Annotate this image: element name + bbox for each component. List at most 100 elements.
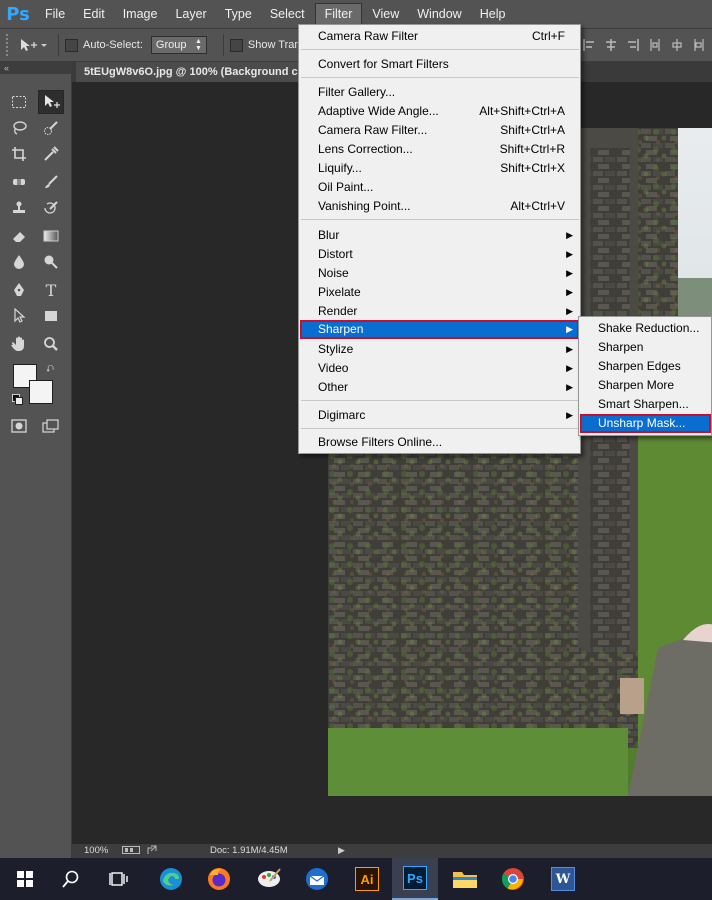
align-left-edges-icon[interactable] bbox=[582, 37, 596, 53]
menu-item-label: Digimarc bbox=[318, 408, 366, 422]
brush-tool-icon[interactable] bbox=[38, 170, 64, 194]
menu-layer[interactable]: Layer bbox=[166, 0, 215, 28]
share-icon[interactable] bbox=[147, 845, 157, 855]
quick-selection-tool-icon[interactable] bbox=[38, 116, 64, 140]
show-transform-controls-label: Show Tran bbox=[247, 39, 301, 51]
sharpen-unsharp-mask-item[interactable]: Unsharp Mask... bbox=[580, 414, 711, 433]
illustrator-icon: Ai bbox=[355, 867, 379, 891]
filter-camera-raw-item[interactable]: Camera Raw Filter... Shift+Ctrl+A bbox=[300, 121, 579, 140]
sharpen-shake-reduction-item[interactable]: Shake Reduction... bbox=[580, 319, 711, 338]
filter-adaptive-wide-angle-item[interactable]: Adaptive Wide Angle... Alt+Shift+Ctrl+A bbox=[300, 102, 579, 121]
taskbar-word[interactable]: W bbox=[540, 858, 586, 900]
distribute-right-icon[interactable] bbox=[692, 37, 706, 53]
sharpen-edges-item[interactable]: Sharpen Edges bbox=[580, 357, 711, 376]
status-menu-arrow-icon[interactable]: ▶ bbox=[338, 845, 345, 856]
taskbar-file-explorer[interactable] bbox=[442, 858, 488, 900]
taskbar-thunderbird[interactable] bbox=[294, 858, 340, 900]
filter-distort-submenu[interactable]: Distort ▶ bbox=[300, 245, 579, 264]
clone-stamp-tool-icon[interactable] bbox=[6, 196, 32, 220]
spot-healing-brush-tool-icon[interactable] bbox=[6, 170, 32, 194]
filter-browse-online-item[interactable]: Browse Filters Online... bbox=[300, 433, 579, 452]
filter-blur-submenu[interactable]: Blur ▶ bbox=[300, 226, 579, 245]
screen-mode-icon[interactable] bbox=[38, 414, 64, 438]
menu-item-label: Browse Filters Online... bbox=[318, 435, 443, 449]
photoshop-logo[interactable]: Ps bbox=[0, 0, 36, 28]
move-tool-icon[interactable] bbox=[38, 90, 64, 114]
background-color-swatch[interactable] bbox=[29, 380, 53, 404]
filter-oil-paint-item[interactable]: Oil Paint... bbox=[300, 178, 579, 197]
filter-other-submenu[interactable]: Other ▶ bbox=[300, 378, 579, 397]
auto-select-checkbox[interactable] bbox=[65, 38, 78, 52]
taskbar-illustrator[interactable]: Ai bbox=[344, 858, 390, 900]
filter-sharpen-submenu[interactable]: Sharpen ▶ bbox=[300, 320, 579, 339]
menu-type[interactable]: Type bbox=[216, 0, 261, 28]
distribute-center-icon[interactable] bbox=[670, 37, 684, 53]
sharpen-more-item[interactable]: Sharpen More bbox=[580, 376, 711, 395]
menu-item-label: Vanishing Point... bbox=[318, 199, 411, 213]
align-horizontal-centers-icon[interactable] bbox=[604, 37, 618, 53]
start-button[interactable] bbox=[2, 858, 48, 900]
taskbar-firefox[interactable] bbox=[196, 858, 242, 900]
rectangle-tool-icon[interactable] bbox=[38, 304, 64, 328]
lasso-tool-icon[interactable] bbox=[6, 116, 32, 140]
move-tool-preset-icon[interactable] bbox=[12, 34, 52, 56]
crop-tool-icon[interactable] bbox=[6, 142, 32, 166]
status-bar: 100% Doc: 1.91M/4.45M ▶ bbox=[72, 844, 712, 858]
filter-vanishing-point-item[interactable]: Vanishing Point... Alt+Ctrl+V bbox=[300, 197, 579, 216]
document-tab[interactable]: 5tEUgW8v6O.jpg @ 100% (Background co bbox=[76, 62, 302, 82]
type-tool-icon[interactable]: T bbox=[38, 278, 64, 302]
menu-filter[interactable]: Filter bbox=[314, 3, 363, 25]
menu-separator bbox=[301, 428, 579, 429]
history-brush-tool-icon[interactable] bbox=[38, 196, 64, 220]
filter-pixelate-submenu[interactable]: Pixelate ▶ bbox=[300, 283, 579, 302]
eraser-tool-icon[interactable] bbox=[6, 224, 32, 248]
auto-select-target-dropdown[interactable]: Group ▲ ▼ bbox=[150, 36, 207, 54]
path-selection-tool-icon[interactable] bbox=[6, 304, 32, 328]
filter-liquify-item[interactable]: Liquify... Shift+Ctrl+X bbox=[300, 159, 579, 178]
dodge-tool-icon[interactable] bbox=[38, 250, 64, 274]
hand-tool-icon[interactable] bbox=[6, 332, 32, 356]
menu-image[interactable]: Image bbox=[114, 0, 167, 28]
menu-item-label: Convert for Smart Filters bbox=[318, 57, 449, 71]
menu-item-label: Adaptive Wide Angle... bbox=[318, 104, 439, 118]
filter-lens-correction-item[interactable]: Lens Correction... Shift+Ctrl+R bbox=[300, 140, 579, 159]
filter-convert-smart-filters-item[interactable]: Convert for Smart Filters bbox=[300, 55, 579, 74]
menu-separator bbox=[301, 77, 579, 78]
status-bar-icons[interactable] bbox=[122, 845, 157, 857]
pen-tool-icon[interactable] bbox=[6, 278, 32, 302]
rectangular-marquee-tool-icon[interactable] bbox=[6, 90, 32, 114]
taskbar-photoshop[interactable]: Ps bbox=[392, 858, 438, 900]
quick-mask-mode-icon[interactable] bbox=[6, 414, 32, 438]
distribute-left-icon[interactable] bbox=[648, 37, 662, 53]
taskbar-paint[interactable] bbox=[246, 858, 292, 900]
default-colors-icon[interactable] bbox=[12, 394, 23, 405]
gradient-tool-icon[interactable] bbox=[38, 224, 64, 248]
swap-colors-icon[interactable]: ⮏ bbox=[46, 362, 54, 379]
sharpen-sharpen-item[interactable]: Sharpen bbox=[580, 338, 711, 357]
filter-noise-submenu[interactable]: Noise ▶ bbox=[300, 264, 579, 283]
edge-icon bbox=[160, 868, 182, 890]
filter-render-submenu[interactable]: Render ▶ bbox=[300, 302, 579, 321]
menu-file[interactable]: File bbox=[36, 0, 74, 28]
sharpen-smart-sharpen-item[interactable]: Smart Sharpen... bbox=[580, 395, 711, 414]
panel-collapse-toggle[interactable]: « bbox=[0, 62, 72, 74]
menu-item-label: Noise bbox=[318, 266, 349, 280]
blur-tool-icon[interactable] bbox=[6, 250, 32, 274]
taskbar-edge[interactable] bbox=[148, 858, 194, 900]
menu-edit[interactable]: Edit bbox=[74, 0, 114, 28]
filter-stylize-submenu[interactable]: Stylize ▶ bbox=[300, 340, 579, 359]
filter-video-submenu[interactable]: Video ▶ bbox=[300, 359, 579, 378]
show-transform-controls-checkbox[interactable] bbox=[229, 38, 243, 52]
options-separator bbox=[222, 34, 224, 56]
filter-digimarc-submenu[interactable]: Digimarc ▶ bbox=[300, 406, 579, 425]
eyedropper-tool-icon[interactable] bbox=[38, 142, 64, 166]
filter-gallery-item[interactable]: Filter Gallery... bbox=[300, 83, 579, 102]
filter-camera-raw-last-item[interactable]: Camera Raw Filter Ctrl+F bbox=[300, 27, 579, 46]
zoom-level-field[interactable]: 100% bbox=[84, 845, 108, 856]
search-button[interactable] bbox=[48, 858, 94, 900]
task-view-button[interactable] bbox=[96, 858, 142, 900]
zoom-tool-icon[interactable] bbox=[38, 332, 64, 356]
timeline-icon[interactable] bbox=[122, 845, 140, 855]
taskbar-chrome[interactable] bbox=[490, 858, 536, 900]
align-right-edges-icon[interactable] bbox=[626, 37, 640, 53]
